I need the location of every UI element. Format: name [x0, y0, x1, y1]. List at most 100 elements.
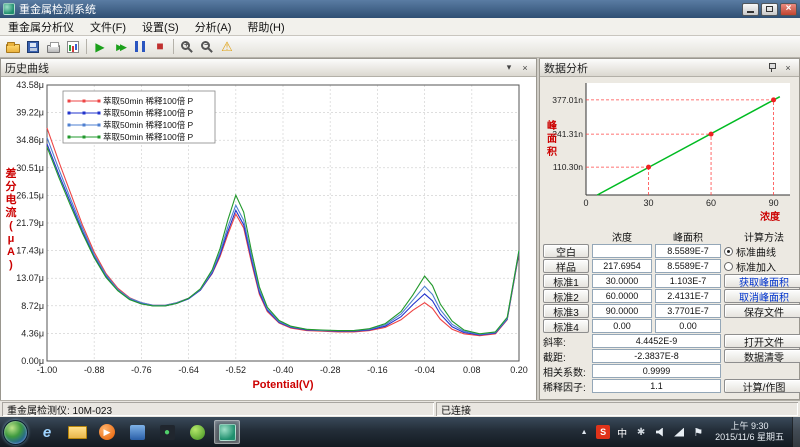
toolbar-zoom-out-button[interactable] — [197, 37, 217, 57]
area-field-std3[interactable]: 3.7701E-7 — [655, 304, 721, 318]
row-label-std3[interactable]: 标准3 — [543, 304, 589, 319]
row-label-std4[interactable]: 标准4 — [543, 319, 589, 334]
area-field-std4[interactable]: 0.00 — [655, 319, 721, 333]
area-field-std1[interactable]: 1.103E-7 — [655, 274, 721, 288]
history-chart-canvas[interactable]: -1.00 -0.88 -0.76 -0.64 -0.52 -0.40 -0.28 -0.16… — [1, 77, 536, 400]
svg-text:4.36μ: 4.36μ — [21, 328, 44, 338]
dilution-factor-field[interactable]: 1.1 — [592, 379, 721, 393]
toolbar-warning-button[interactable] — [217, 37, 237, 57]
svg-text:萃取50min 稀释100倍 P: 萃取50min 稀释100倍 P — [103, 132, 194, 142]
cancel-peak-area-button[interactable]: 取消峰面积 — [724, 289, 800, 304]
toolbar-run-all-button[interactable] — [110, 37, 130, 57]
svg-text:90: 90 — [769, 198, 779, 208]
svg-text:Potential(V): Potential(V) — [252, 379, 313, 391]
svg-text:-0.76: -0.76 — [131, 365, 152, 375]
toolbar-run-button[interactable] — [90, 37, 110, 57]
system-tray — [573, 425, 709, 439]
pin-button[interactable] — [765, 61, 779, 74]
row-label-std1[interactable]: 标准1 — [543, 274, 589, 289]
conc-col-header: 浓度 — [612, 232, 632, 244]
ime-chinese-icon[interactable] — [615, 425, 629, 439]
toolbar-print-button[interactable] — [43, 37, 63, 57]
toolbar-open-button[interactable] — [3, 37, 23, 57]
svg-text:-0.40: -0.40 — [273, 365, 294, 375]
conc-field-blank[interactable] — [592, 244, 652, 258]
toolbar-save-button[interactable] — [23, 37, 43, 57]
menu-item-help[interactable]: 帮助(H) — [239, 17, 292, 37]
taskbar-explorer-icon[interactable] — [64, 420, 90, 444]
tools-icon[interactable] — [634, 425, 648, 439]
svg-text:-0.28: -0.28 — [320, 365, 341, 375]
menu-item-settings[interactable]: 设置(S) — [134, 17, 187, 37]
dilution-factor-label: 稀释因子: — [543, 382, 586, 394]
menu-item-instrument[interactable]: 重金属分析仪 — [0, 17, 82, 37]
svg-text:): ) — [9, 259, 13, 271]
minimize-icon — [747, 11, 754, 13]
clear-data-button[interactable]: 数据清零 — [724, 349, 800, 364]
volume-icon[interactable] — [653, 425, 667, 439]
svg-text:-1.00: -1.00 — [37, 365, 58, 375]
sogou-icon[interactable] — [596, 425, 611, 439]
history-panel-close-button[interactable]: × — [518, 61, 532, 74]
toolbar-stop-button[interactable] — [150, 37, 170, 57]
close-button[interactable] — [780, 2, 797, 16]
tray-expand-icon[interactable] — [577, 425, 591, 439]
method-col-header: 计算方法 — [744, 232, 784, 244]
method-radio-label-1: 标准曲线 — [736, 247, 776, 259]
svg-text:流: 流 — [6, 205, 17, 219]
taskbar-app-blue-icon[interactable] — [124, 420, 150, 444]
calc-plot-button[interactable]: 计算/作图 — [724, 379, 800, 394]
svg-text:积: 积 — [547, 145, 557, 158]
svg-text:34.86μ: 34.86μ — [16, 135, 44, 145]
method-radio-label-2: 标准加入 — [736, 262, 776, 274]
show-desktop-button[interactable] — [792, 417, 800, 447]
clock-date: 2015/11/6 星期五 — [715, 432, 784, 442]
intercept-field[interactable]: -2.3837E-8 — [592, 349, 721, 363]
correlation-field[interactable]: 0.9999 — [592, 364, 721, 378]
get-peak-area-button[interactable]: 获取峰面积 — [724, 274, 800, 289]
toolbar-zoom-in-button[interactable] — [177, 37, 197, 57]
conc-field-sample[interactable]: 217.6954 — [592, 259, 652, 273]
taskbar-ie-icon[interactable] — [34, 420, 60, 444]
svg-text:0.00μ: 0.00μ — [21, 356, 44, 366]
area-field-std2[interactable]: 2.4131E-7 — [655, 289, 721, 303]
row-label-blank[interactable]: 空白 — [543, 244, 589, 259]
row-label-std2[interactable]: 标准2 — [543, 289, 589, 304]
svg-text:面: 面 — [547, 133, 557, 145]
toolbar-chart-button[interactable] — [63, 37, 83, 57]
save-file-button[interactable]: 保存文件 — [724, 304, 800, 319]
area-field-blank[interactable]: 8.5589E-7 — [655, 244, 721, 258]
open-file-button[interactable]: 打开文件 — [724, 334, 800, 349]
conc-field-std3[interactable]: 90.0000 — [592, 304, 652, 318]
analysis-form: 浓度 峰面积 计算方法 空白 8.5589E-7 标准曲线 样品 217.6954 8.5… — [540, 227, 800, 399]
slope-label: 斜率: — [543, 337, 566, 349]
network-icon[interactable] — [672, 425, 686, 439]
taskbar-app-dark-icon[interactable] — [154, 420, 180, 444]
taskbar-app-green-icon[interactable] — [184, 420, 210, 444]
svg-text:0: 0 — [583, 198, 588, 208]
svg-text:μ: μ — [8, 233, 15, 245]
panel-dropdown-button[interactable]: ▾ — [502, 61, 516, 74]
row-label-sample[interactable]: 样品 — [543, 259, 589, 274]
method-radio-2[interactable]: 标准加入 — [724, 259, 800, 274]
toolbar-pause-button[interactable] — [130, 37, 150, 57]
conc-field-std1[interactable]: 30.0000 — [592, 274, 652, 288]
action-center-icon[interactable] — [691, 425, 705, 439]
start-button[interactable] — [3, 419, 28, 445]
calibration-chart-canvas[interactable]: 110.30n 241.31n 377.01n 0 30 60 90 峰面积浓度 — [540, 77, 799, 227]
method-radio-1[interactable]: 标准曲线 — [724, 244, 800, 259]
conc-field-std4[interactable]: 0.00 — [592, 319, 652, 333]
maximize-button[interactable] — [761, 2, 778, 16]
taskbar-clock[interactable]: 上午 9:30 2015/11/6 星期五 — [709, 421, 790, 443]
area-field-sample[interactable]: 8.5589E-7 — [655, 259, 721, 273]
analysis-panel-close-button[interactable]: × — [781, 61, 795, 74]
taskbar-media-player-icon[interactable] — [94, 420, 120, 444]
menu-item-analysis[interactable]: 分析(A) — [187, 17, 240, 37]
menu-item-file[interactable]: 文件(F) — [82, 17, 134, 37]
svg-text:39.22μ: 39.22μ — [16, 108, 44, 118]
taskbar-heavy-metal-app-icon[interactable] — [214, 420, 240, 444]
slope-field[interactable]: 4.4452E-9 — [592, 334, 721, 348]
conc-field-std2[interactable]: 60.0000 — [592, 289, 652, 303]
minimize-button[interactable] — [742, 2, 759, 16]
svg-text:A: A — [7, 246, 15, 258]
